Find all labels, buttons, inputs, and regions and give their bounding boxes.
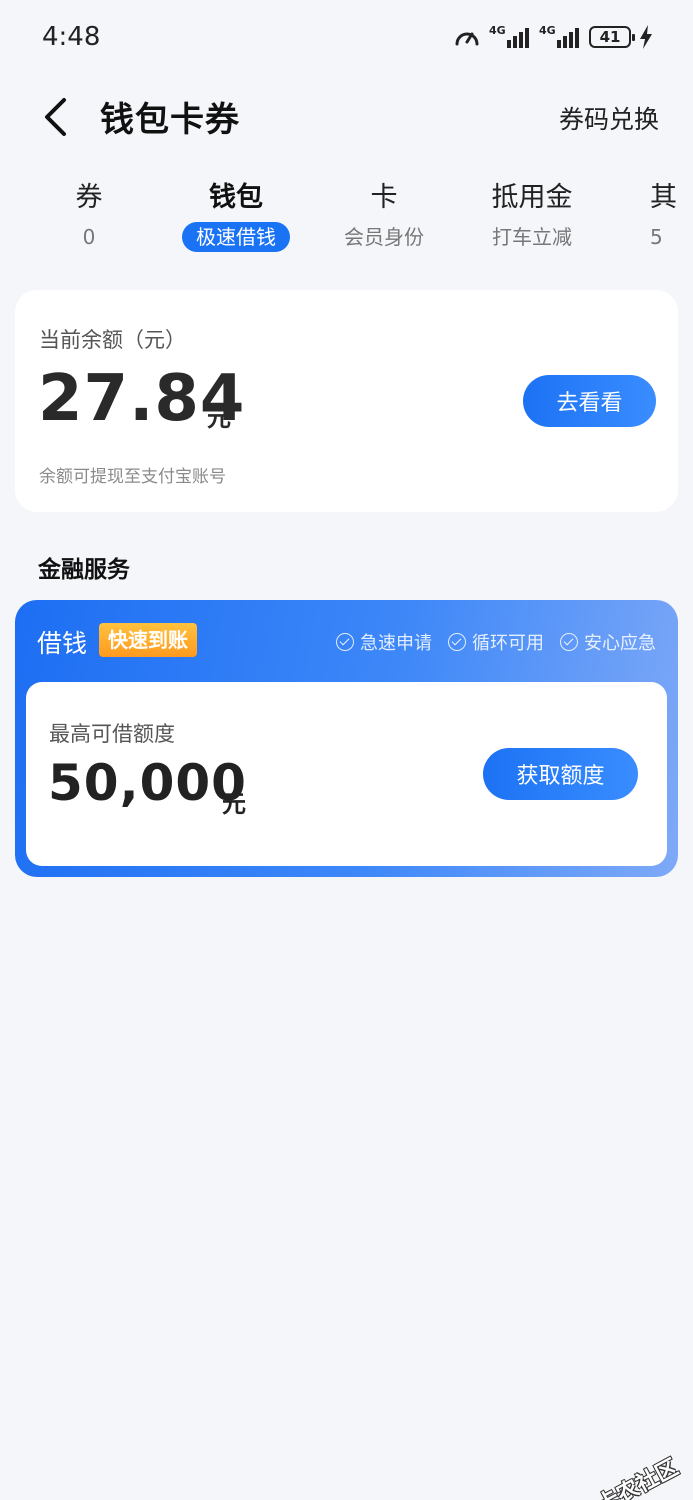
tab-cards[interactable]: 卡 会员身份 xyxy=(314,176,454,252)
status-time: 4:48 xyxy=(42,22,101,52)
check-circle-icon xyxy=(448,633,466,651)
tab-sub: 打车立减 xyxy=(492,225,572,249)
feature-label: 安心应急 xyxy=(584,633,656,654)
get-limit-button[interactable]: 获取额度 xyxy=(483,748,638,800)
category-tabs: 券 0 钱包 极速借钱 卡 会员身份 抵用金 打车立减 其 5 xyxy=(0,176,693,266)
header: 钱包卡券 券码兑换 xyxy=(0,78,693,158)
tab-label: 券 xyxy=(75,182,103,213)
battery-level: 41 xyxy=(599,28,621,46)
tab-coupons[interactable]: 券 0 xyxy=(19,176,159,252)
tab-sub: 5 xyxy=(650,225,663,249)
limit-label: 最高可借额度 xyxy=(49,722,175,746)
tab-others[interactable]: 其 5 xyxy=(610,176,693,252)
feature-label: 循环可用 xyxy=(472,633,544,654)
feature-item: 急速申请 xyxy=(336,629,432,655)
limit-unit: 元 xyxy=(222,790,246,818)
tab-sub: 0 xyxy=(82,225,96,249)
check-circle-icon xyxy=(560,633,578,651)
network-type-label: 4G xyxy=(539,24,556,37)
watermark: 卡农社区 xyxy=(567,1450,683,1500)
wallet-page: 4:48 4G 4G 41 钱包卡券 券码兑换 券 0 钱包 极速借钱 卡 会员… xyxy=(0,0,693,1500)
redeem-code-button[interactable]: 券码兑换 xyxy=(559,100,659,136)
battery-icon: 41 xyxy=(589,26,635,48)
balance-card[interactable]: 当前余额（元） 27.84 元 去看看 余额可提现至支付宝账号 xyxy=(15,290,678,512)
chevron-left-icon xyxy=(45,98,66,136)
tab-sub: 会员身份 xyxy=(344,225,424,249)
feature-item: 循环可用 xyxy=(448,629,544,655)
watermark-text: 卡农社区 xyxy=(593,1455,683,1500)
page-title: 钱包卡券 xyxy=(100,100,240,140)
tab-vouchers[interactable]: 抵用金 打车立减 xyxy=(462,176,602,252)
tab-sub: 极速借钱 xyxy=(182,222,290,252)
tab-label: 抵用金 xyxy=(491,182,573,213)
network-type-label: 4G xyxy=(489,24,506,37)
charging-icon xyxy=(640,25,652,49)
balance-label: 当前余额（元） xyxy=(39,328,186,352)
back-button[interactable] xyxy=(30,92,80,142)
loan-limit-panel: 最高可借额度 50,000 元 获取额度 xyxy=(26,682,667,866)
section-title: 金融服务 xyxy=(38,557,130,583)
tab-wallet[interactable]: 钱包 极速借钱 xyxy=(166,176,306,252)
tab-label: 卡 xyxy=(370,182,398,213)
loan-features: 急速申请 循环可用 安心应急 xyxy=(336,629,656,655)
limit-amount: 50,000 xyxy=(48,754,247,812)
signal-icon: 4G xyxy=(489,24,531,50)
signal-icon: 4G xyxy=(539,24,581,50)
speed-icon xyxy=(455,32,479,46)
tab-label: 钱包 xyxy=(209,182,263,213)
status-icons: 4G 4G 41 xyxy=(453,24,653,50)
check-circle-icon xyxy=(336,633,354,651)
feature-label: 急速申请 xyxy=(360,633,432,654)
balance-note: 余额可提现至支付宝账号 xyxy=(39,467,226,487)
loan-title: 借钱 xyxy=(37,629,88,658)
status-bar: 4:48 4G 4G 41 xyxy=(0,0,693,78)
view-balance-button[interactable]: 去看看 xyxy=(523,375,656,427)
balance-unit: 元 xyxy=(207,404,231,432)
fast-arrival-badge: 快速到账 xyxy=(99,623,197,657)
loan-card[interactable]: 借钱 快速到账 急速申请 循环可用 安心应急 最高可借额度 50,000 元 获… xyxy=(15,600,678,877)
feature-item: 安心应急 xyxy=(560,629,656,655)
tab-label: 其 xyxy=(650,182,677,213)
